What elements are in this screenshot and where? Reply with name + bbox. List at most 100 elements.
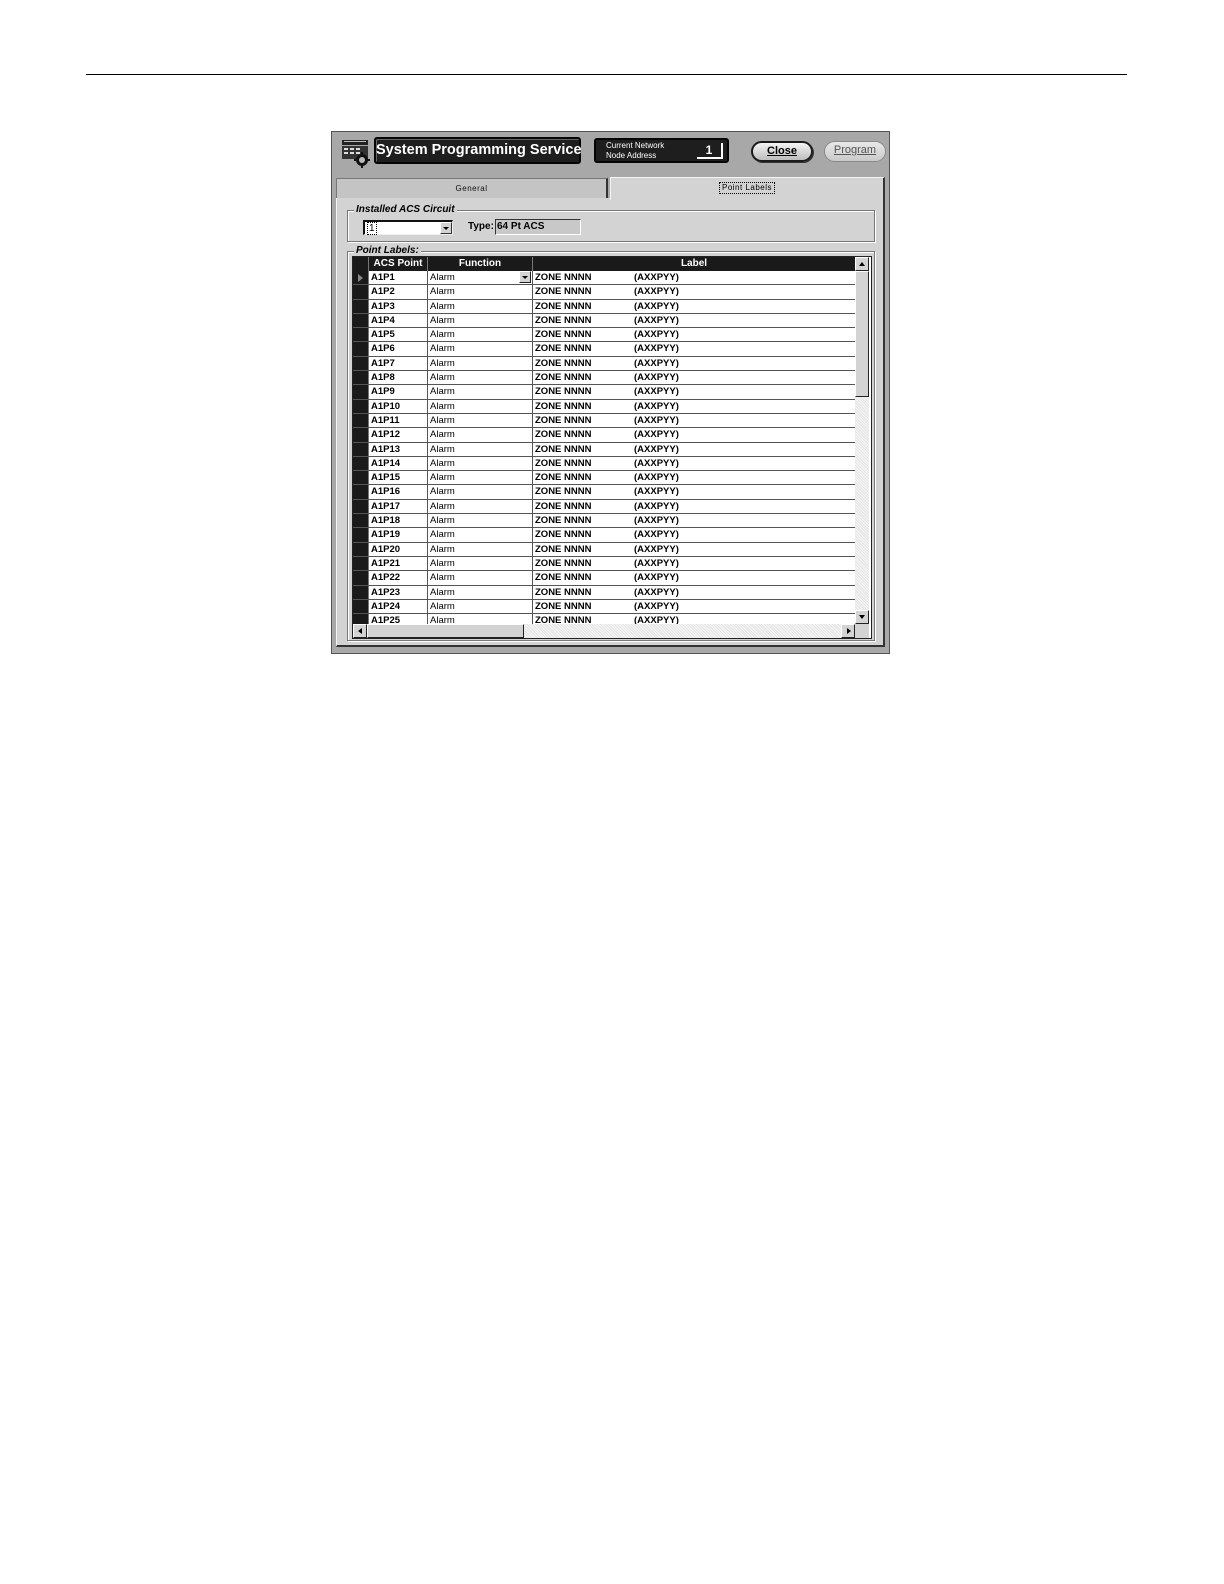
label-cell[interactable]: ZONE NNNN (AXXPYY) [535,300,855,313]
label-cell[interactable]: ZONE NNNN (AXXPYY) [535,385,855,398]
tab-general[interactable]: General [336,178,608,199]
function-cell[interactable]: Alarm [430,456,533,471]
acs-point-cell[interactable]: A1P15 [371,471,428,485]
vertical-scroll-thumb[interactable] [855,271,869,397]
function-cell[interactable]: Alarm [430,471,533,485]
acs-point-cell[interactable]: A1P25 [371,614,428,624]
table-row[interactable]: A1P9 Alarm ZONE NNNN (AXXPYY) [353,385,855,400]
row-indicator[interactable] [353,342,369,356]
chevron-down-icon[interactable] [519,271,531,283]
acs-point-cell[interactable]: A1P20 [371,542,428,556]
acs-point-cell[interactable]: A1P14 [371,456,428,471]
function-cell[interactable]: Alarm [430,385,533,399]
label-cell[interactable]: ZONE NNNN (AXXPYY) [535,271,855,284]
table-row[interactable]: A1P3 Alarm ZONE NNNN (AXXPYY) [353,299,855,314]
row-indicator[interactable] [353,371,369,385]
label-cell[interactable]: ZONE NNNN (AXXPYY) [535,614,855,624]
acs-point-cell[interactable]: A1P8 [371,371,428,385]
row-indicator[interactable] [353,442,369,456]
row-indicator[interactable] [353,485,369,499]
function-cell[interactable]: Alarm [430,285,533,299]
vertical-scrollbar[interactable] [855,257,869,624]
function-cell[interactable]: Alarm [430,313,533,328]
function-cell[interactable]: Alarm [430,514,533,528]
row-indicator[interactable] [353,542,369,556]
function-cell[interactable]: Alarm [430,528,533,542]
table-row[interactable]: A1P14 Alarm ZONE NNNN (AXXPYY) [353,456,855,472]
row-indicator[interactable] [353,614,369,624]
function-cell[interactable]: Alarm [430,556,533,571]
acs-point-cell[interactable]: A1P1 [371,271,428,285]
circuit-select[interactable]: 1 [363,220,453,235]
table-row[interactable]: A1P1 Alarm ZONE NNNN (AXXPYY) [353,271,855,286]
acs-point-cell[interactable]: A1P23 [371,585,428,599]
row-indicator[interactable] [353,385,369,399]
acs-point-cell[interactable]: A1P24 [371,599,428,614]
acs-point-cell[interactable]: A1P12 [371,428,428,442]
table-row[interactable]: A1P24 Alarm ZONE NNNN (AXXPYY) [353,599,855,615]
row-indicator[interactable] [353,456,369,471]
table-row[interactable]: A1P17 Alarm ZONE NNNN (AXXPYY) [353,499,855,515]
label-cell[interactable]: ZONE NNNN (AXXPYY) [535,600,855,613]
function-cell[interactable]: Alarm [430,356,533,371]
function-cell[interactable]: Alarm [430,442,533,456]
function-cell[interactable]: Alarm [430,428,533,442]
label-cell[interactable]: ZONE NNNN (AXXPYY) [535,457,855,470]
row-indicator[interactable] [353,313,369,328]
acs-point-cell[interactable]: A1P7 [371,356,428,371]
acs-point-cell[interactable]: A1P18 [371,514,428,528]
row-indicator[interactable] [353,514,369,528]
label-cell[interactable]: ZONE NNNN (AXXPYY) [535,443,855,456]
label-cell[interactable]: ZONE NNNN (AXXPYY) [535,485,855,498]
column-header-label[interactable]: Label [533,257,855,271]
function-cell[interactable]: Alarm [430,542,533,556]
acs-point-cell[interactable]: A1P10 [371,399,428,413]
table-row[interactable]: A1P21 Alarm ZONE NNNN (AXXPYY) [353,556,855,572]
function-cell[interactable]: Alarm [430,599,533,614]
label-cell[interactable]: ZONE NNNN (AXXPYY) [535,328,855,341]
program-button[interactable]: Program [824,141,886,162]
scroll-right-icon[interactable] [841,624,855,638]
table-row[interactable]: A1P6 Alarm ZONE NNNN (AXXPYY) [353,342,855,357]
row-indicator[interactable] [353,356,369,371]
table-row[interactable]: A1P16 Alarm ZONE NNNN (AXXPYY) [353,485,855,500]
horizontal-scroll-thumb[interactable] [367,624,524,638]
table-row[interactable]: A1P25 Alarm ZONE NNNN (AXXPYY) [353,614,855,624]
acs-point-cell[interactable]: A1P22 [371,571,428,585]
label-cell[interactable]: ZONE NNNN (AXXPYY) [535,342,855,355]
table-row[interactable]: A1P12 Alarm ZONE NNNN (AXXPYY) [353,428,855,443]
horizontal-scrollbar[interactable] [353,624,855,638]
function-cell[interactable]: Alarm [430,614,533,624]
table-row[interactable]: A1P10 Alarm ZONE NNNN (AXXPYY) [353,399,855,414]
row-indicator[interactable] [353,285,369,299]
label-cell[interactable]: ZONE NNNN (AXXPYY) [535,514,855,527]
label-cell[interactable]: ZONE NNNN (AXXPYY) [535,557,855,570]
table-row[interactable]: A1P4 Alarm ZONE NNNN (AXXPYY) [353,313,855,329]
scroll-up-icon[interactable] [855,257,869,271]
label-cell[interactable]: ZONE NNNN (AXXPYY) [535,571,855,584]
label-cell[interactable]: ZONE NNNN (AXXPYY) [535,314,855,327]
table-row[interactable]: A1P15 Alarm ZONE NNNN (AXXPYY) [353,471,855,486]
label-cell[interactable]: ZONE NNNN (AXXPYY) [535,428,855,441]
row-indicator[interactable] [353,585,369,599]
table-row[interactable]: A1P23 Alarm ZONE NNNN (AXXPYY) [353,585,855,600]
label-cell[interactable]: ZONE NNNN (AXXPYY) [535,500,855,513]
function-cell[interactable]: Alarm [430,271,533,285]
function-cell[interactable]: Alarm [430,585,533,599]
acs-point-cell[interactable]: A1P6 [371,342,428,356]
acs-point-cell[interactable]: A1P9 [371,385,428,399]
row-indicator[interactable] [353,428,369,442]
label-cell[interactable]: ZONE NNNN (AXXPYY) [535,586,855,599]
column-header-function[interactable]: Function [428,257,533,271]
row-indicator[interactable] [353,399,369,413]
table-row[interactable]: A1P20 Alarm ZONE NNNN (AXXPYY) [353,542,855,557]
function-cell[interactable]: Alarm [430,328,533,342]
row-indicator[interactable] [353,271,369,285]
row-indicator[interactable] [353,471,369,485]
function-cell[interactable]: Alarm [430,399,533,413]
column-header-acs-point[interactable]: ACS Point [369,257,428,271]
label-cell[interactable]: ZONE NNNN (AXXPYY) [535,414,855,427]
acs-point-cell[interactable]: A1P19 [371,528,428,542]
label-cell[interactable]: ZONE NNNN (AXXPYY) [535,528,855,541]
table-row[interactable]: A1P11 Alarm ZONE NNNN (AXXPYY) [353,413,855,429]
